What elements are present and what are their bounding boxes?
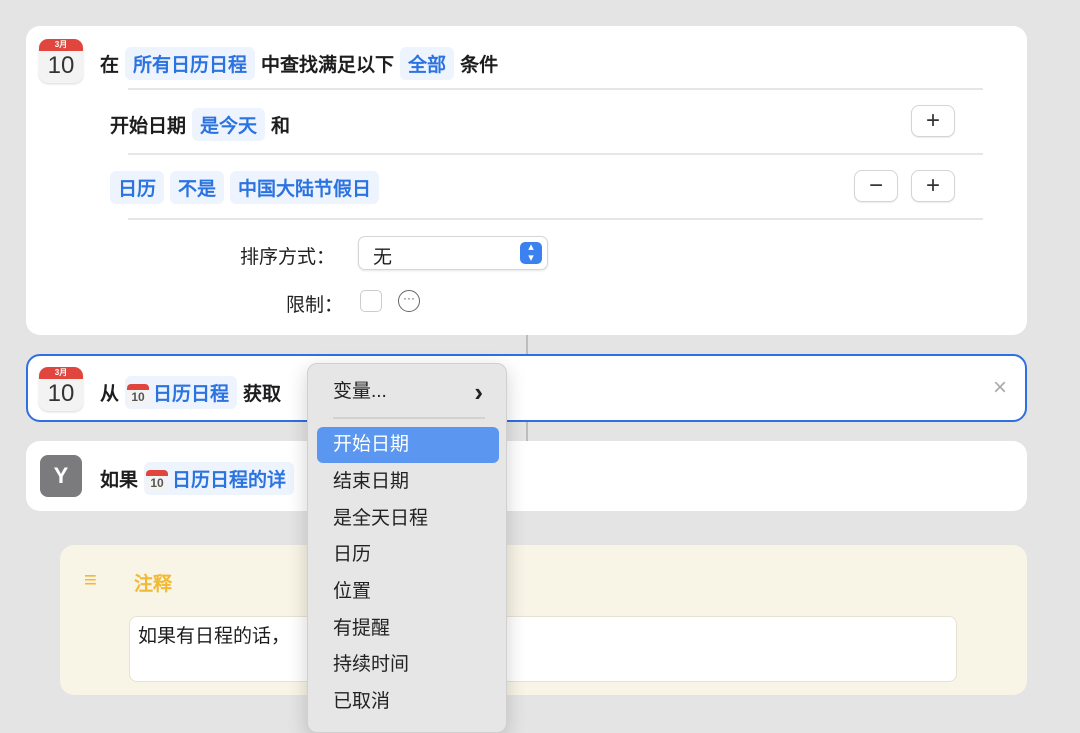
if-action: Y 如果 10 日历日程的详 xyxy=(26,441,1027,511)
match-token[interactable]: 全部 xyxy=(400,47,455,80)
menu-item[interactable]: 有提醒 xyxy=(317,611,499,647)
text-suffix: 条件 xyxy=(460,55,499,76)
text-middle: 中查找满足以下 xyxy=(261,55,395,76)
connector-line xyxy=(526,422,528,441)
source-token[interactable]: 所有日历日程 xyxy=(125,47,256,80)
get-verb: 获取 xyxy=(243,384,282,405)
menu-item[interactable]: 日历 xyxy=(317,537,499,573)
filter2-field[interactable]: 日历 xyxy=(110,171,165,204)
comment-title: 注释 xyxy=(134,574,173,595)
variable-token[interactable]: 10 日历日程 xyxy=(125,376,238,409)
comment-action: ≡ 注释 如果有日程的话， xyxy=(60,545,1027,695)
find-events-action: 3月 10 在 所有日历日程 中查找满足以下 全部 条件 开始日期 是今天 和 +… xyxy=(26,26,1027,335)
calendar-icon: 3月 10 xyxy=(39,367,83,411)
menu-item[interactable]: 开始日期 xyxy=(317,427,499,463)
filter1-joiner: 和 xyxy=(271,116,291,137)
sort-value: 无 xyxy=(373,247,393,268)
chevron-right-icon: › xyxy=(474,377,483,407)
calendar-icon: 10 xyxy=(146,469,169,492)
menu-item[interactable]: 是全天日程 xyxy=(317,501,499,537)
filter2-value[interactable]: 中国大陆节假日 xyxy=(230,171,380,204)
more-icon[interactable]: ··· xyxy=(398,290,420,312)
comment-text-field[interactable]: 如果有日程的话， xyxy=(129,616,957,682)
filter2-op[interactable]: 不是 xyxy=(170,171,225,204)
sort-label: 排序方式： xyxy=(240,247,336,268)
menu-item-variables[interactable]: 变量... › xyxy=(317,374,499,410)
variable-token[interactable]: 10 日历日程的详 xyxy=(144,462,295,495)
variable-detail-menu: 变量... › 开始日期 结束日期 是全天日程 日历 位置 有提醒 持续时间 已取… xyxy=(307,363,507,733)
divider xyxy=(128,88,983,90)
menu-divider xyxy=(333,417,485,419)
filter1-field[interactable]: 开始日期 xyxy=(110,111,186,138)
if-prefix: 如果 xyxy=(100,470,139,491)
menu-item[interactable]: 已取消 xyxy=(317,684,499,720)
filter1-op[interactable]: 是今天 xyxy=(192,108,266,141)
add-filter-button[interactable]: + xyxy=(911,170,955,202)
menu-item[interactable]: 位置 xyxy=(317,574,499,610)
remove-filter-button[interactable]: − xyxy=(854,170,898,202)
lines-icon: ≡ xyxy=(84,567,97,592)
connector-line xyxy=(526,335,528,354)
branch-icon: Y xyxy=(40,455,82,497)
text-prefix: 在 xyxy=(100,55,120,76)
close-icon[interactable]: × xyxy=(993,374,1007,402)
menu-item[interactable]: 持续时间 xyxy=(317,647,499,683)
calendar-icon: 10 xyxy=(127,383,150,406)
get-prefix: 从 xyxy=(100,384,120,405)
get-detail-action[interactable]: 3月 10 从 10 日历日程 获取 × xyxy=(26,354,1027,422)
divider xyxy=(128,218,983,220)
calendar-icon: 3月 10 xyxy=(39,39,83,83)
add-filter-button[interactable]: + xyxy=(911,105,955,137)
menu-item[interactable]: 结束日期 xyxy=(317,464,499,500)
chevron-updown-icon: ▴ ▾ xyxy=(520,242,542,264)
sort-select[interactable]: 无 ▴ ▾ xyxy=(358,236,548,270)
limit-checkbox[interactable] xyxy=(360,290,382,312)
limit-label: 限制： xyxy=(286,295,344,316)
divider xyxy=(128,153,983,155)
